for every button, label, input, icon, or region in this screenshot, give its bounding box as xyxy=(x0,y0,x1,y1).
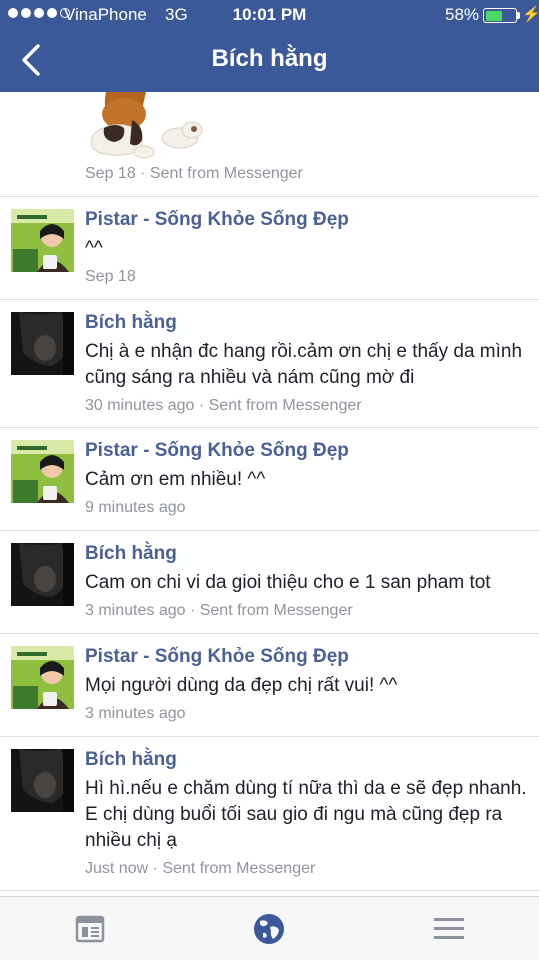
timestamp: 3 minutes ago xyxy=(85,705,186,722)
battery-tip xyxy=(517,12,520,19)
avatar[interactable] xyxy=(11,209,74,272)
message-text: Mọi người dùng da đẹp chị rất vui! ^^ xyxy=(85,675,398,696)
page-title: Bích hằng xyxy=(211,45,328,72)
avatar[interactable] xyxy=(11,440,74,503)
sender-name[interactable]: Pistar - Sống Khỏe Sống Đẹp xyxy=(85,439,529,463)
sender-name[interactable]: Bích hằng xyxy=(85,311,529,335)
timestamp: Just now · Sent from Messenger xyxy=(85,860,316,877)
timestamp: 9 minutes ago xyxy=(85,499,186,516)
bottom-tab-bar xyxy=(0,896,539,960)
message-item[interactable]: Bích hằng Cam on chi vi da gioi thiệu ch… xyxy=(0,531,539,634)
message-item[interactable]: Pistar - Sống Khỏe Sống Đẹp Cảm ơn em nh… xyxy=(0,428,539,531)
partial-list-item: Sep 18 · Sent from Messenger xyxy=(0,92,539,197)
tab-news-feed[interactable] xyxy=(72,911,108,947)
globe-icon xyxy=(254,914,284,944)
dog-sticker-image xyxy=(90,92,203,159)
message-item[interactable]: Pistar - Sống Khỏe Sống Đẹp ^^ Sep 18 xyxy=(0,197,539,300)
message-text: Hì hì.nếu e chăm dùng tí nữa thì da e sẽ… xyxy=(85,778,527,851)
avatar[interactable] xyxy=(11,749,74,812)
avatar[interactable] xyxy=(11,646,74,709)
message-text: Chị à e nhận đc hang rồi.cảm ơn chị e th… xyxy=(85,341,523,388)
tab-notifications[interactable] xyxy=(251,911,287,947)
top-bar: VinaPhone 3G 10:01 PM 58% ⚡ Bích hằng xyxy=(0,0,539,92)
avatar[interactable] xyxy=(11,312,74,375)
status-bar: VinaPhone 3G 10:01 PM 58% ⚡ xyxy=(0,0,539,30)
message-item[interactable]: Bích hằng Chị à e nhận đc hang rồi.cảm ơ… xyxy=(0,300,539,428)
battery-percent: 58% xyxy=(445,5,480,24)
timestamp: Sep 18 xyxy=(85,268,136,285)
message-text: Cam on chi vi da gioi thiệu cho e 1 san … xyxy=(85,572,491,593)
news-feed-icon xyxy=(75,915,105,943)
battery-icon xyxy=(483,8,517,23)
avatar[interactable] xyxy=(11,543,74,606)
message-item[interactable]: Bích hằng Hì hì.nếu e chăm dùng tí nữa t… xyxy=(0,737,539,891)
message-text: ^^ xyxy=(85,238,103,259)
timestamp: 30 minutes ago · Sent from Messenger xyxy=(85,397,362,414)
sender-name[interactable]: Pistar - Sống Khỏe Sống Đẹp xyxy=(85,208,529,232)
menu-icon xyxy=(434,918,464,939)
sender-name[interactable]: Bích hằng xyxy=(85,542,529,566)
sender-name[interactable]: Bích hằng xyxy=(85,748,529,772)
sender-name[interactable]: Pistar - Sống Khỏe Sống Đẹp xyxy=(85,645,529,669)
timestamp: 3 minutes ago · Sent from Messenger xyxy=(85,602,353,619)
message-item[interactable]: Pistar - Sống Khỏe Sống Đẹp Mọi người dù… xyxy=(0,634,539,737)
message-text: Cảm ơn em nhiều! ^^ xyxy=(85,469,266,490)
timestamp: Sep 18 · Sent from Messenger xyxy=(85,165,303,182)
charging-icon: ⚡ xyxy=(522,6,539,23)
conversation-feed[interactable]: Sep 18 · Sent from Messenger Pistar - Số… xyxy=(0,92,539,896)
tab-menu[interactable] xyxy=(431,911,467,947)
